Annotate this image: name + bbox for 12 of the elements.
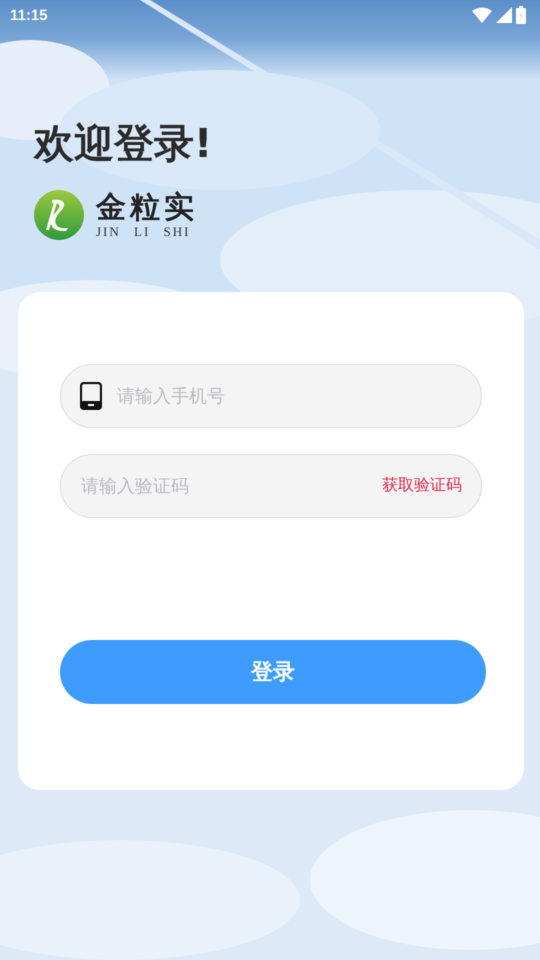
logo-icon: [34, 190, 84, 240]
status-time: 11:15: [10, 6, 48, 24]
phone-icon: [80, 382, 102, 410]
battery-icon: [516, 6, 526, 24]
get-code-link[interactable]: 获取验证码: [382, 475, 462, 496]
brand-name: 金粒实: [96, 190, 198, 224]
brand-pinyin: JIN LI SHI: [96, 224, 192, 240]
wifi-icon: [472, 7, 492, 23]
welcome-title: 欢迎登录!: [34, 120, 212, 169]
signal-icon: [496, 7, 512, 23]
phone-field[interactable]: 请输入手机号: [60, 364, 482, 428]
login-button[interactable]: 登录: [60, 640, 486, 704]
